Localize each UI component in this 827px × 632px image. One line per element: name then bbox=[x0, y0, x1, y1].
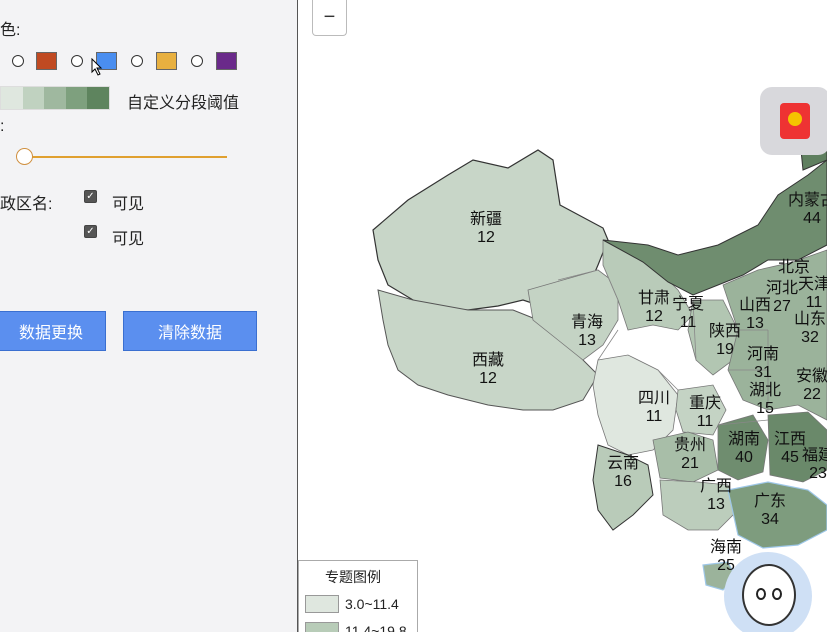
province-value-label: 16 bbox=[614, 473, 632, 490]
province-name-label: 宁夏 bbox=[672, 295, 704, 313]
province-name-label: 甘肃 bbox=[638, 289, 670, 307]
province-value-label: 21 bbox=[681, 455, 699, 472]
ramp-step-3 bbox=[65, 87, 88, 109]
province-name-label: 福建 bbox=[802, 446, 827, 464]
province-value-label: 45 bbox=[781, 449, 799, 466]
color-swatch-red[interactable] bbox=[36, 52, 57, 70]
province-name-label: 海南 bbox=[710, 538, 742, 556]
opacity-label: : bbox=[0, 118, 5, 135]
province-name-label: 广东 bbox=[754, 492, 786, 510]
slider-track[interactable] bbox=[24, 156, 227, 158]
visible-label-2: 可见 bbox=[112, 231, 145, 248]
clear-data-button[interactable]: 清除数据 bbox=[123, 311, 257, 351]
province-value-label: 40 bbox=[735, 449, 753, 466]
mascot-avatar-icon[interactable] bbox=[724, 552, 812, 632]
legend-range-1: 3.0~11.4 bbox=[345, 596, 399, 612]
legend-range-2: 11.4~19.8 bbox=[345, 623, 407, 632]
province-name-label: 湖北 bbox=[749, 381, 781, 399]
ramp-step-2 bbox=[44, 87, 66, 109]
province-value-label: 22 bbox=[803, 386, 821, 403]
province-value-label: 13 bbox=[707, 496, 725, 513]
province-name-label: 天津 bbox=[798, 275, 827, 293]
province-name-label: 河北 bbox=[766, 279, 798, 297]
province-value-label: 11 bbox=[646, 408, 663, 425]
province-value-label: 12 bbox=[479, 370, 497, 387]
slider-thumb[interactable] bbox=[16, 148, 33, 165]
ramp-step-1 bbox=[22, 87, 45, 109]
color-radio-purple[interactable] bbox=[191, 55, 203, 67]
map-view[interactable]: − 新疆 12 西藏 12 青海 13 甘肃 12 宁夏 11 四川 11 重庆 11 云南 bbox=[298, 0, 827, 632]
province-value-label: 15 bbox=[756, 400, 774, 417]
color-ramp[interactable] bbox=[0, 86, 110, 110]
region-name-label: 政区名: bbox=[0, 196, 53, 213]
province-value-label: 13 bbox=[746, 315, 764, 332]
province-name-label: 北京 bbox=[778, 258, 810, 276]
province-name-label: 贵州 bbox=[674, 436, 706, 454]
visible-label-1: 可见 bbox=[112, 196, 145, 213]
province-name-label: 重庆 bbox=[689, 394, 721, 412]
red-packet-icon[interactable] bbox=[780, 103, 810, 139]
province-value-label: 23 bbox=[809, 465, 827, 482]
legend-swatch-2 bbox=[305, 622, 339, 632]
province-name-label: 内蒙古 bbox=[788, 191, 827, 209]
province-value-label: 13 bbox=[578, 332, 596, 349]
province-value-label: 32 bbox=[801, 329, 819, 346]
replace-data-button[interactable]: 数据更换 bbox=[0, 311, 106, 351]
ramp-step-4 bbox=[87, 87, 109, 109]
province-value-label: 12 bbox=[477, 229, 495, 246]
legend-title: 专题图例 bbox=[325, 569, 381, 585]
visible-checkbox-1[interactable]: ✓ bbox=[84, 190, 97, 203]
color-swatch-orange[interactable] bbox=[156, 52, 177, 70]
legend-swatch-1 bbox=[305, 595, 339, 613]
custom-threshold-label[interactable]: 自定义分段阈值 bbox=[127, 89, 239, 113]
province-name-label: 广西 bbox=[700, 477, 732, 495]
province-name-label: 云南 bbox=[607, 454, 639, 472]
province-value-label: 11 bbox=[697, 413, 714, 430]
color-label: 色: bbox=[0, 22, 21, 39]
province-value-label: 19 bbox=[716, 341, 734, 358]
province-value-label: 44 bbox=[803, 210, 821, 227]
province-value-label: 11 bbox=[680, 314, 697, 331]
province-name-label: 山东 bbox=[794, 310, 826, 328]
color-swatch-purple[interactable] bbox=[216, 52, 237, 70]
province-name-label: 西藏 bbox=[472, 351, 504, 369]
visible-checkbox-2[interactable]: ✓ bbox=[84, 225, 97, 238]
province-name-label: 河南 bbox=[747, 345, 779, 363]
province-name-label: 山西 bbox=[739, 296, 771, 314]
mouse-cursor-icon bbox=[91, 58, 103, 76]
province-name-label: 新疆 bbox=[470, 210, 502, 228]
thematic-legend: 专题图例 3.0~11.4 11.4~19.8 bbox=[298, 560, 418, 632]
color-radio-red[interactable] bbox=[12, 55, 24, 67]
province-value-label: 34 bbox=[761, 511, 779, 528]
province-value-label: 31 bbox=[754, 364, 772, 381]
settings-panel: 色: 自定义分段阈值 : 政区名: ✓ 可见 ✓ 可见 数据更换 清除数据 bbox=[0, 0, 297, 632]
china-choropleth: 新疆12西藏12青海13甘肃12宁夏11四川11重庆11云南16贵州21广西13… bbox=[372, 99, 827, 591]
province-name-label: 江西 bbox=[774, 430, 806, 448]
color-radio-blue[interactable] bbox=[71, 55, 83, 67]
province-name-label: 四川 bbox=[638, 390, 670, 407]
province-value-label: 11 bbox=[806, 294, 823, 311]
province-name-label: 陕西 bbox=[709, 322, 741, 340]
ramp-step-0 bbox=[1, 87, 23, 109]
color-radio-orange[interactable] bbox=[131, 55, 143, 67]
province-name-label: 湖南 bbox=[728, 430, 760, 448]
province-name-label: 安徽 bbox=[796, 367, 827, 385]
province-value-label: 27 bbox=[773, 298, 791, 315]
province-value-label: 12 bbox=[645, 308, 663, 325]
province-name-label: 青海 bbox=[571, 313, 603, 331]
